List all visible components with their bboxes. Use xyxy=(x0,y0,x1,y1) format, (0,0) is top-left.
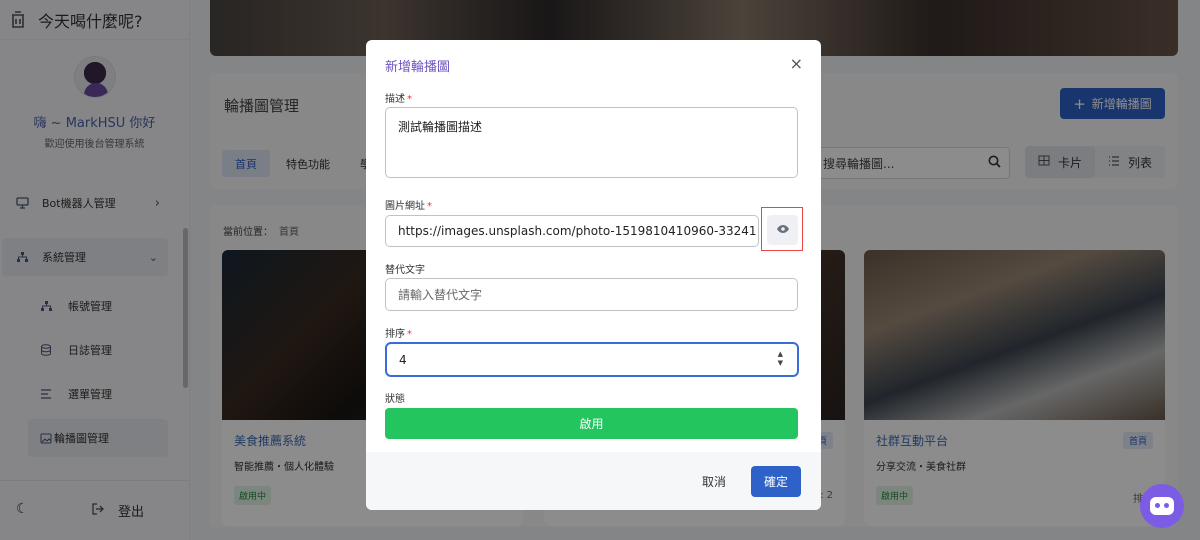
robot-icon xyxy=(1150,497,1174,515)
required-mark: * xyxy=(407,94,412,105)
status-label: 狀態 xyxy=(385,394,405,405)
status-toggle-button[interactable]: 啟用 xyxy=(385,408,798,439)
add-carousel-dialog: 新增輪播圖 × 描述 * 測試輪播圖描述 圖片網址 * https://images… xyxy=(366,40,821,510)
eye-icon xyxy=(776,223,790,237)
order-label: 排序 * xyxy=(385,329,412,340)
dialog-title: 新增輪播圖 xyxy=(385,60,451,75)
chatbot-button[interactable] xyxy=(1140,484,1184,528)
cancel-button[interactable]: 取消 xyxy=(702,473,726,490)
required-mark: * xyxy=(407,329,412,340)
dialog-footer: 取消 確定 xyxy=(366,452,821,510)
number-stepper[interactable]: ▲ ▼ xyxy=(778,350,783,368)
preview-highlight xyxy=(761,207,803,251)
description-field[interactable]: 測試輪播圖描述 xyxy=(385,107,798,178)
desc-label: 描述 * xyxy=(385,94,412,105)
alt-label: 替代文字 xyxy=(385,265,425,276)
order-field[interactable]: 4 ▲ ▼ xyxy=(385,342,799,377)
preview-button[interactable] xyxy=(767,215,798,245)
required-mark: * xyxy=(427,201,432,212)
confirm-button[interactable]: 確定 xyxy=(751,466,801,497)
image-url-field[interactable]: https://images.unsplash.com/photo-151981… xyxy=(385,215,759,247)
alt-text-field[interactable]: 請輸入替代文字 xyxy=(385,278,798,311)
close-icon[interactable]: × xyxy=(790,54,803,73)
url-label: 圖片網址 * xyxy=(385,201,432,212)
